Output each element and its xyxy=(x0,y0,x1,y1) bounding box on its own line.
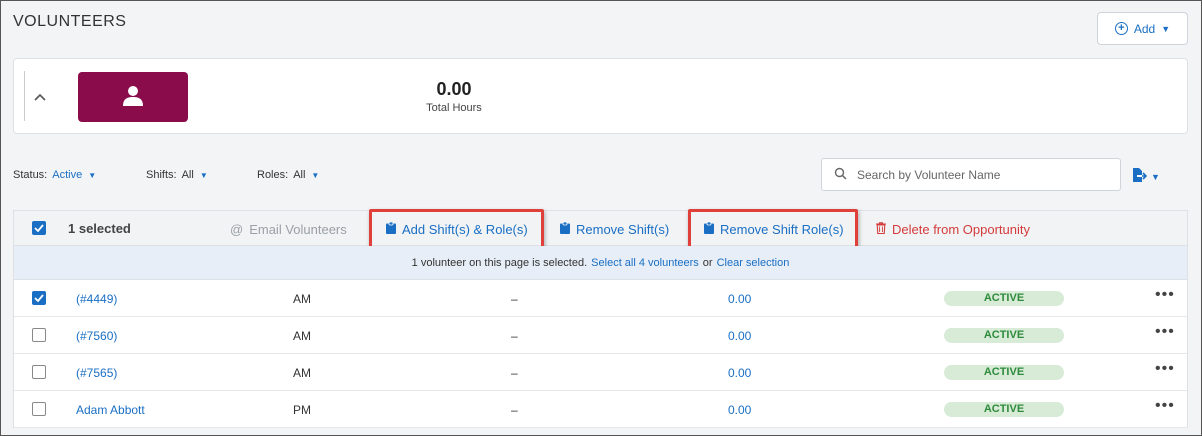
plus-circle-icon: + xyxy=(1114,22,1128,35)
shifts-filter-label: Shifts: xyxy=(146,169,177,181)
volunteer-tile xyxy=(78,72,188,122)
row-checkbox[interactable] xyxy=(32,402,46,416)
row-checkbox[interactable] xyxy=(32,365,46,379)
add-button-label: Add xyxy=(1133,21,1156,36)
summary-card: 0.00 Total Hours xyxy=(13,58,1188,134)
table-row: (#4449) AM – 0.00 ACTIVE ••• xyxy=(14,280,1187,317)
role-cell: – xyxy=(511,329,518,343)
role-cell: – xyxy=(511,292,518,306)
search-input[interactable] xyxy=(857,167,1107,182)
clear-selection-link[interactable]: Clear selection xyxy=(717,257,790,269)
hours-link[interactable]: 0.00 xyxy=(728,329,751,343)
shifts-filter-value[interactable]: All xyxy=(182,169,194,181)
trash-icon xyxy=(876,222,886,237)
selected-count: 1 selected xyxy=(68,221,131,236)
status-badge: ACTIVE xyxy=(944,365,1064,380)
delete-from-opportunity-button[interactable]: Delete from Opportunity xyxy=(876,222,1030,237)
add-button[interactable]: + Add ▼ xyxy=(1097,12,1188,45)
page-title: VOLUNTEERS xyxy=(13,13,127,30)
total-hours-label: Total Hours xyxy=(426,102,482,114)
remove-shifts-button[interactable]: Remove Shift(s) xyxy=(560,221,670,237)
selection-notice: 1 volunteer on this page is selected. Se… xyxy=(14,246,1187,280)
more-options-icon[interactable]: ••• xyxy=(1155,397,1175,415)
chevron-down-icon: ▼ xyxy=(1151,171,1160,182)
table-row: (#7560) AM – 0.00 ACTIVE ••• xyxy=(14,317,1187,354)
select-all-link[interactable]: Select all 4 volunteers xyxy=(591,257,699,269)
search-box xyxy=(821,158,1121,191)
status-filter-value[interactable]: Active xyxy=(52,169,82,181)
table-row: (#7565) AM – 0.00 ACTIVE ••• xyxy=(14,354,1187,391)
status-badge: ACTIVE xyxy=(944,402,1064,417)
chevron-down-icon: ▼ xyxy=(1161,23,1171,34)
shift-cell: AM xyxy=(293,329,311,343)
roles-filter[interactable]: Roles: All ▼ xyxy=(257,169,319,181)
volunteer-name-link[interactable]: (#7560) xyxy=(76,329,117,343)
row-checkbox[interactable] xyxy=(32,328,46,342)
shift-cell: AM xyxy=(293,292,311,306)
more-options-icon[interactable]: ••• xyxy=(1155,360,1175,378)
search-icon xyxy=(834,167,847,183)
role-cell: – xyxy=(511,366,518,380)
role-cell: – xyxy=(511,403,518,417)
collapse-toggle[interactable] xyxy=(24,71,54,121)
hours-link[interactable]: 0.00 xyxy=(728,366,751,380)
export-icon xyxy=(1131,167,1148,186)
chevron-down-icon: ▼ xyxy=(88,170,97,180)
volunteer-name-link[interactable]: Adam Abbott xyxy=(76,403,145,417)
email-volunteers-label: Email Volunteers xyxy=(249,222,347,237)
email-volunteers-button[interactable]: @ Email Volunteers xyxy=(230,222,347,237)
volunteer-name-link[interactable]: (#4449) xyxy=(76,292,117,306)
hours-link[interactable]: 0.00 xyxy=(728,403,751,417)
more-options-icon[interactable]: ••• xyxy=(1155,323,1175,341)
chevron-down-icon: ▼ xyxy=(199,170,208,180)
shifts-filter[interactable]: Shifts: All ▼ xyxy=(146,169,208,181)
shift-cell: PM xyxy=(293,403,311,417)
total-hours-value: 0.00 xyxy=(436,79,472,99)
highlight-box xyxy=(369,209,544,249)
status-filter[interactable]: Status: Active ▼ xyxy=(13,169,96,181)
delete-from-opportunity-label: Delete from Opportunity xyxy=(892,222,1031,237)
roles-filter-label: Roles: xyxy=(257,169,289,181)
highlight-box xyxy=(688,209,858,249)
row-checkbox[interactable] xyxy=(32,291,46,305)
hours-link[interactable]: 0.00 xyxy=(728,292,751,306)
table-row: Adam Abbott PM – 0.00 ACTIVE ••• xyxy=(14,391,1187,428)
roles-filter-value[interactable]: All xyxy=(293,169,305,181)
status-badge: ACTIVE xyxy=(944,328,1064,343)
volunteers-table: 1 selected @ Email Volunteers Add Shift(… xyxy=(13,209,1188,428)
clipboard-icon xyxy=(560,221,570,237)
at-sign-icon: @ xyxy=(230,222,244,237)
bulk-actions-bar: 1 selected @ Email Volunteers Add Shift(… xyxy=(14,209,1187,249)
chevron-up-icon xyxy=(33,88,46,104)
remove-shifts-label: Remove Shift(s) xyxy=(576,222,670,237)
select-all-checkbox[interactable] xyxy=(32,221,46,235)
status-filter-label: Status: xyxy=(13,169,48,181)
chevron-down-icon: ▼ xyxy=(311,170,320,180)
selection-notice-text: 1 volunteer on this page is selected. xyxy=(411,256,588,269)
export-button[interactable]: ▼ xyxy=(1131,167,1160,186)
shift-cell: AM xyxy=(293,366,311,380)
more-options-icon[interactable]: ••• xyxy=(1155,286,1175,304)
volunteer-name-link[interactable]: (#7565) xyxy=(76,366,117,380)
status-badge: ACTIVE xyxy=(944,291,1064,306)
user-icon xyxy=(122,85,144,110)
selection-notice-or: or xyxy=(702,256,713,269)
